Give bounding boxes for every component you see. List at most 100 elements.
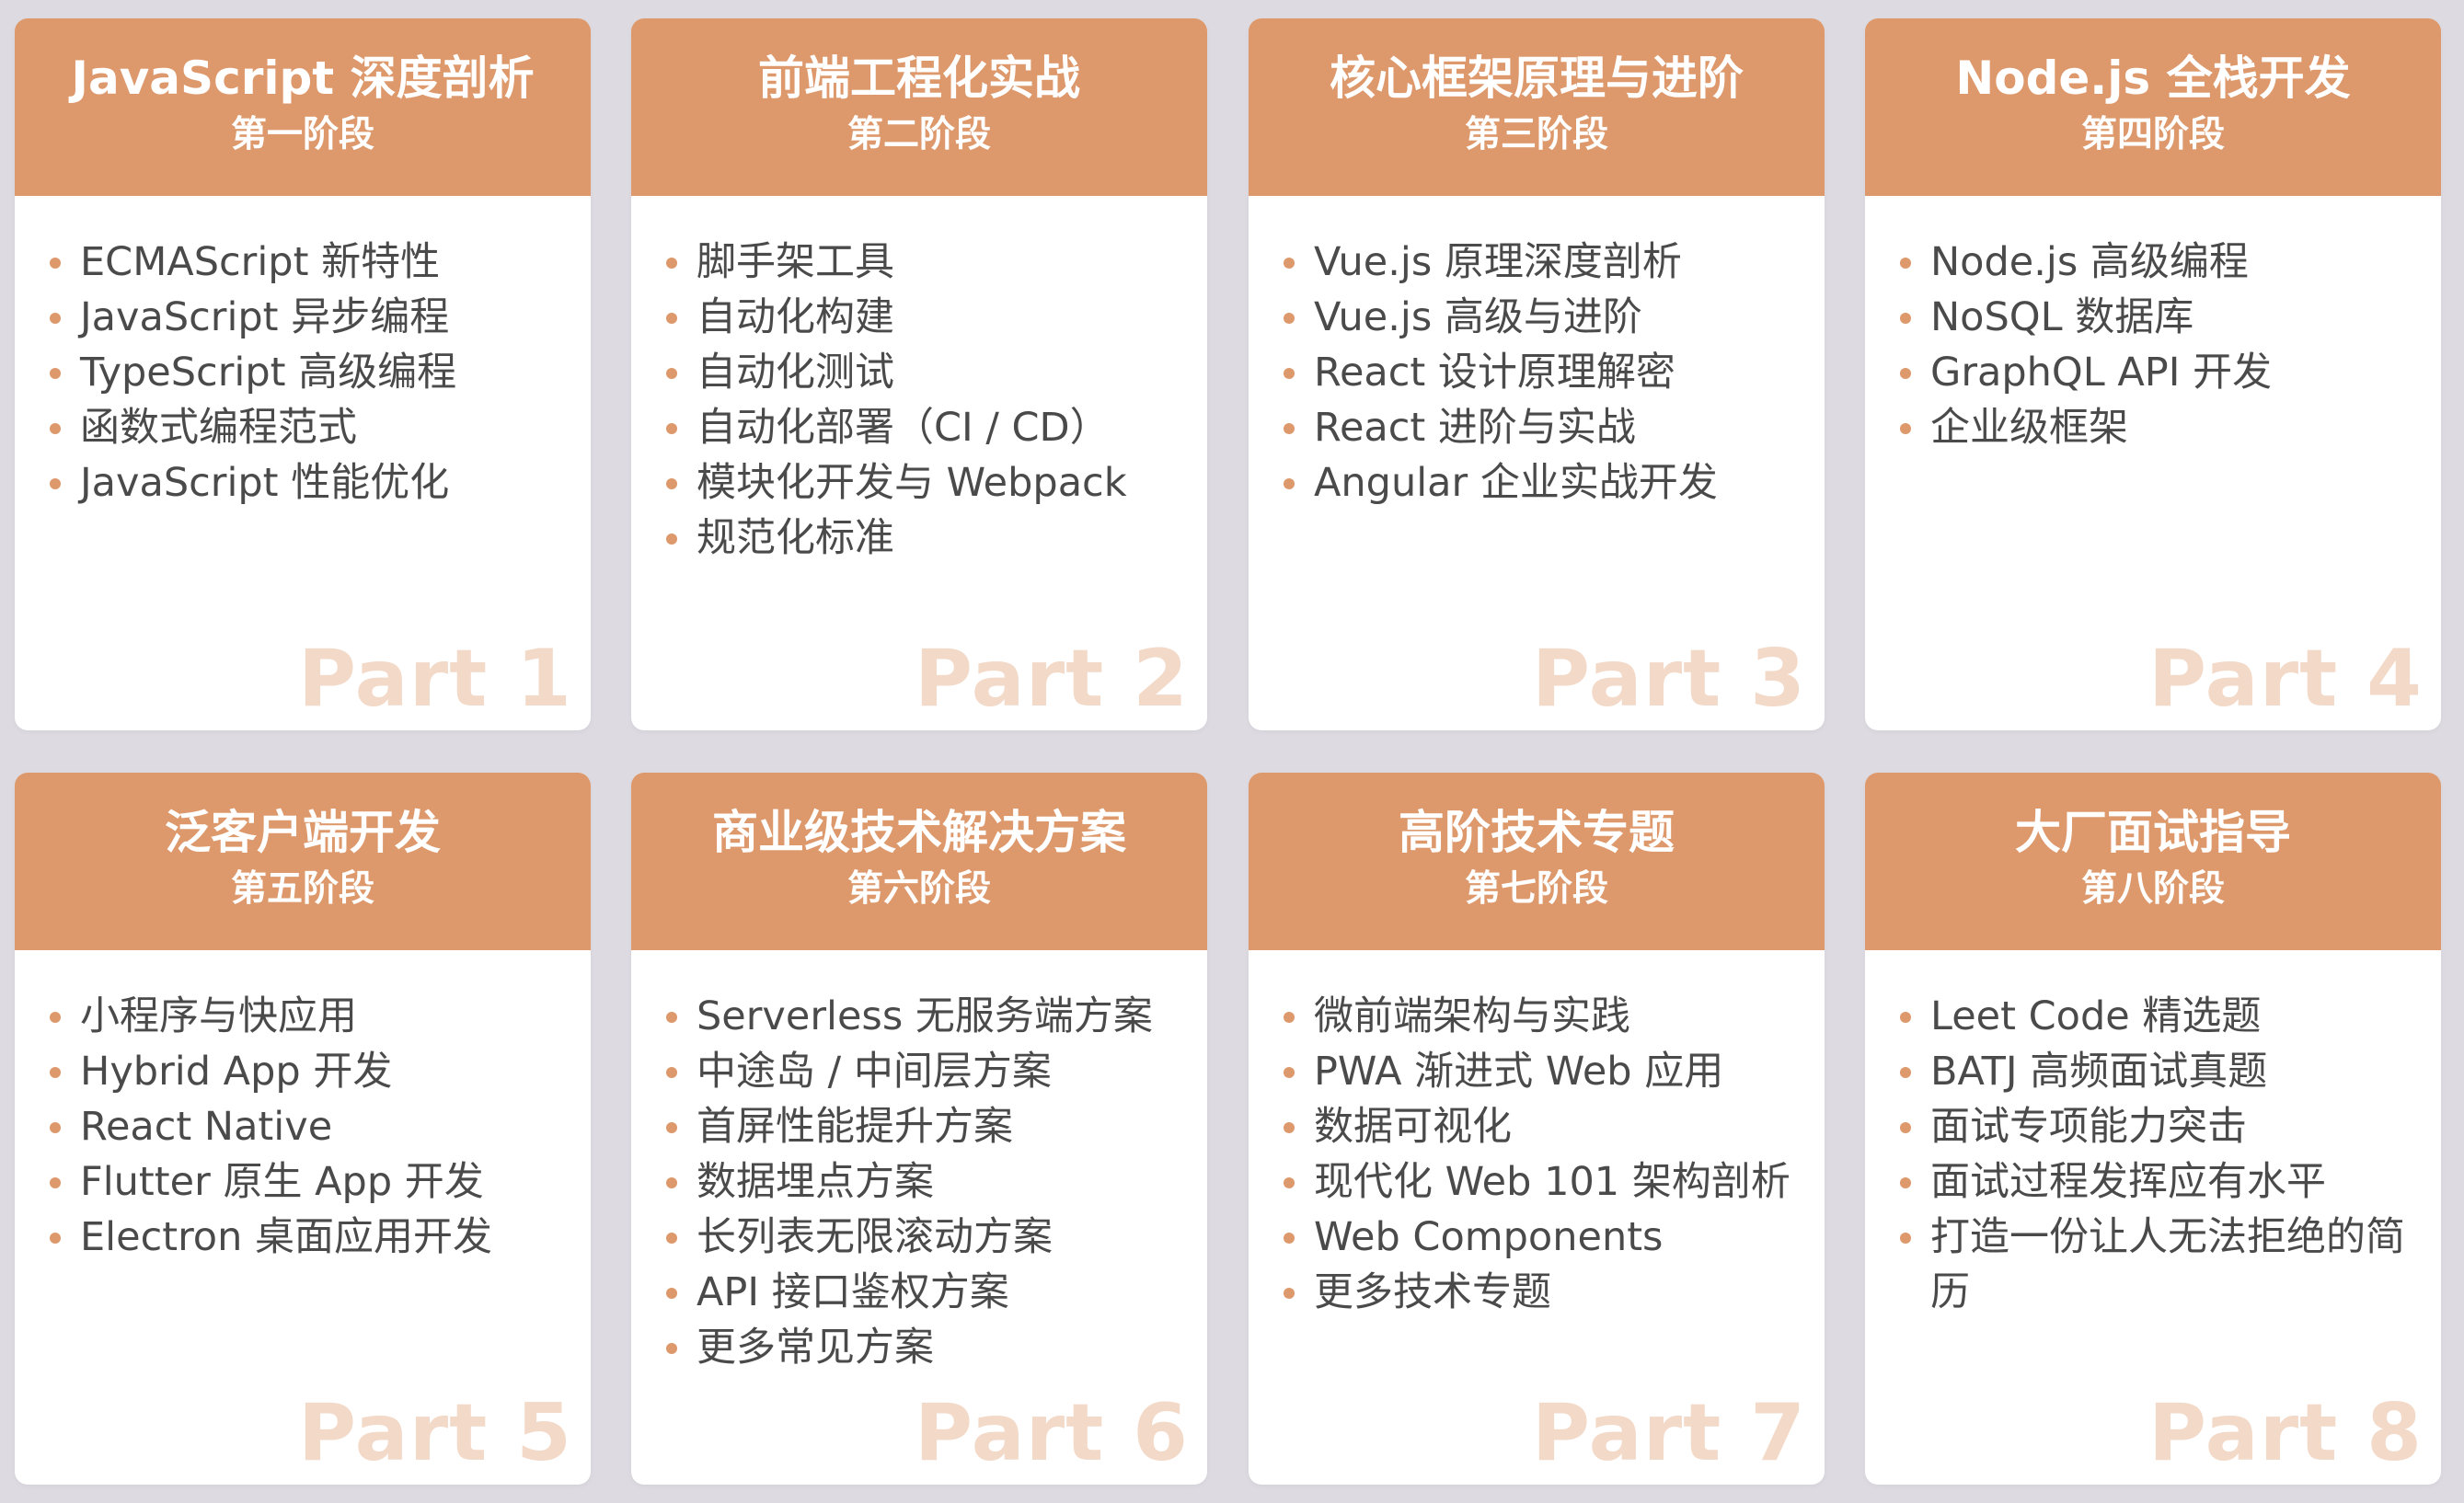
topic-item: JavaScript 异步编程 — [15, 290, 591, 345]
topic-label: GraphQL API 开发 — [1930, 350, 2273, 396]
bullet-dot-icon — [1284, 258, 1295, 269]
topic-label: PWA 渐进式 Web 应用 — [1314, 1049, 1724, 1095]
topic-label: Serverless 无服务端方案 — [697, 993, 1153, 1039]
topic-label: 数据埋点方案 — [697, 1159, 934, 1205]
course-card-1[interactable]: JavaScript 深度剖析 第一阶段 ECMAScript 新特性 Java… — [15, 18, 591, 730]
course-card-3[interactable]: 核心框架原理与进阶 第三阶段 Vue.js 原理深度剖析 Vue.js 高级与进… — [1249, 18, 1825, 730]
bullet-dot-icon — [1900, 1067, 1911, 1078]
topic-label: Hybrid App 开发 — [80, 1049, 393, 1095]
topic-item: 微前端架构与实践 — [1249, 989, 1825, 1044]
course-card-8[interactable]: 大厂面试指导 第八阶段 Leet Code 精选题 BATJ 高频面试真题 面试… — [1865, 773, 2441, 1485]
course-card-5[interactable]: 泛客户端开发 第五阶段 小程序与快应用 Hybrid App 开发 React … — [15, 773, 591, 1485]
topic-item: Serverless 无服务端方案 — [631, 989, 1207, 1044]
topic-item: Node.js 高级编程 — [1865, 235, 2441, 290]
bullet-dot-icon — [666, 1343, 677, 1354]
topic-item: 更多技术专题 — [1249, 1265, 1825, 1320]
topic-label: Vue.js 高级与进阶 — [1314, 294, 1642, 340]
bullet-dot-icon — [1284, 1067, 1295, 1078]
bullet-dot-icon — [666, 368, 677, 379]
course-card-2[interactable]: 前端工程化实战 第二阶段 脚手架工具 自动化构建 自动化测试 自动化部署（CI … — [631, 18, 1207, 730]
topic-list: Vue.js 原理深度剖析 Vue.js 高级与进阶 React 设计原理解密 … — [1249, 196, 1825, 511]
card-stage: 第六阶段 — [846, 868, 991, 910]
topic-label: BATJ 高频面试真题 — [1930, 1049, 2268, 1095]
topic-label: 数据可视化 — [1314, 1104, 1512, 1150]
topic-label: 规范化标准 — [697, 515, 894, 561]
course-card-7[interactable]: 高阶技术专题 第七阶段 微前端架构与实践 PWA 渐进式 Web 应用 数据可视… — [1249, 773, 1825, 1485]
card-title: 前端工程化实战 — [758, 52, 1080, 105]
card-stage: 第二阶段 — [846, 114, 991, 155]
bullet-dot-icon — [1900, 1122, 1911, 1133]
topic-item: 数据埋点方案 — [631, 1154, 1207, 1210]
topic-item: ECMAScript 新特性 — [15, 235, 591, 290]
topic-item: 企业级框架 — [1865, 400, 2441, 455]
part-label: Part 6 — [914, 1387, 1189, 1479]
topic-label: Web Components — [1314, 1214, 1664, 1260]
topic-item: 函数式编程范式 — [15, 400, 591, 455]
bullet-dot-icon — [666, 1177, 677, 1188]
topic-item: Flutter 原生 App 开发 — [15, 1154, 591, 1210]
topic-item: 面试专项能力突击 — [1865, 1099, 2441, 1154]
topic-label: 小程序与快应用 — [80, 993, 357, 1039]
card-stage: 第八阶段 — [2080, 868, 2225, 910]
topic-label: 更多技术专题 — [1314, 1269, 1551, 1315]
card-stage: 第三阶段 — [1464, 114, 1608, 155]
topic-label: 面试过程发挥应有水平 — [1930, 1159, 2326, 1205]
topic-label: 现代化 Web 101 架构剖析 — [1314, 1159, 1790, 1205]
topic-item: Hybrid App 开发 — [15, 1044, 591, 1099]
topic-label: 打造一份让人无法拒绝的简历 — [1930, 1214, 2405, 1315]
topic-list: 微前端架构与实践 PWA 渐进式 Web 应用 数据可视化 现代化 Web 10… — [1249, 950, 1825, 1320]
bullet-dot-icon — [50, 1067, 61, 1078]
topic-item: GraphQL API 开发 — [1865, 345, 2441, 400]
topic-list: 小程序与快应用 Hybrid App 开发 React Native Flutt… — [15, 950, 591, 1265]
topic-item: 自动化部署（CI / CD） — [631, 400, 1207, 455]
card-header: 大厂面试指导 第八阶段 — [1865, 773, 2441, 950]
topic-label: 模块化开发与 Webpack — [697, 460, 1127, 506]
bullet-dot-icon — [1284, 478, 1295, 489]
topic-item: 自动化构建 — [631, 290, 1207, 345]
topic-item: 规范化标准 — [631, 511, 1207, 566]
card-header: 泛客户端开发 第五阶段 — [15, 773, 591, 950]
bullet-dot-icon — [1900, 1233, 1911, 1244]
course-card-4[interactable]: Node.js 全栈开发 第四阶段 Node.js 高级编程 NoSQL 数据库… — [1865, 18, 2441, 730]
bullet-dot-icon — [50, 1233, 61, 1244]
topic-list: 脚手架工具 自动化构建 自动化测试 自动化部署（CI / CD） 模块化开发与 … — [631, 196, 1207, 566]
card-title: JavaScript 深度剖析 — [71, 52, 535, 105]
bullet-dot-icon — [666, 423, 677, 434]
bullet-dot-icon — [666, 258, 677, 269]
topic-item: Angular 企业实战开发 — [1249, 455, 1825, 511]
bullet-dot-icon — [50, 478, 61, 489]
topic-label: API 接口鉴权方案 — [697, 1269, 1009, 1315]
topic-item: API 接口鉴权方案 — [631, 1265, 1207, 1320]
bullet-dot-icon — [1900, 313, 1911, 324]
topic-item: BATJ 高频面试真题 — [1865, 1044, 2441, 1099]
topic-item: 模块化开发与 Webpack — [631, 455, 1207, 511]
topic-label: React 设计原理解密 — [1314, 350, 1675, 396]
bullet-dot-icon — [1284, 368, 1295, 379]
bullet-dot-icon — [1284, 1177, 1295, 1188]
topic-label: 脚手架工具 — [697, 239, 894, 285]
bullet-dot-icon — [50, 1122, 61, 1133]
topic-item: 首屏性能提升方案 — [631, 1099, 1207, 1154]
course-grid: JavaScript 深度剖析 第一阶段 ECMAScript 新特性 Java… — [0, 0, 2464, 1503]
part-label: Part 8 — [2147, 1387, 2423, 1479]
bullet-dot-icon — [666, 534, 677, 545]
card-stage: 第五阶段 — [230, 868, 374, 910]
topic-label: JavaScript 性能优化 — [80, 460, 450, 506]
topic-item: 打造一份让人无法拒绝的简历 — [1865, 1210, 2441, 1320]
topic-label: 首屏性能提升方案 — [697, 1104, 1013, 1150]
topic-label: Node.js 高级编程 — [1930, 239, 2249, 285]
topic-item: PWA 渐进式 Web 应用 — [1249, 1044, 1825, 1099]
bullet-dot-icon — [666, 313, 677, 324]
topic-item: 自动化测试 — [631, 345, 1207, 400]
bullet-dot-icon — [50, 368, 61, 379]
topic-label: React Native — [80, 1104, 333, 1150]
card-stage: 第一阶段 — [230, 114, 374, 155]
card-title: 商业级技术解决方案 — [712, 806, 1126, 859]
topic-list: Leet Code 精选题 BATJ 高频面试真题 面试专项能力突击 面试过程发… — [1865, 950, 2441, 1320]
bullet-dot-icon — [1284, 1012, 1295, 1023]
bullet-dot-icon — [1284, 1122, 1295, 1133]
topic-list: Node.js 高级编程 NoSQL 数据库 GraphQL API 开发 企业… — [1865, 196, 2441, 455]
course-card-6[interactable]: 商业级技术解决方案 第六阶段 Serverless 无服务端方案 中途岛 / 中… — [631, 773, 1207, 1485]
bullet-dot-icon — [666, 1012, 677, 1023]
topic-label: 更多常见方案 — [697, 1325, 934, 1371]
